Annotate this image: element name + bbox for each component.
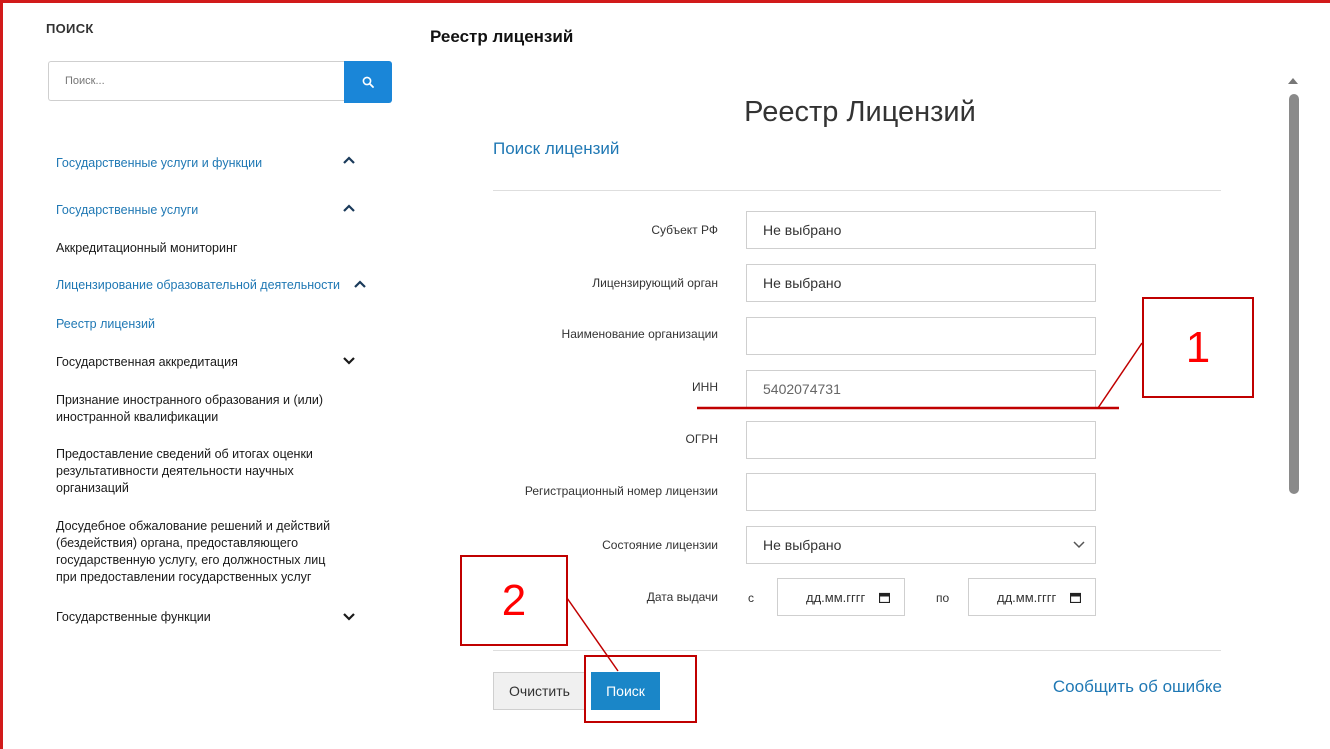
annotation-lines (566, 342, 1143, 672)
annotation-marker-2: 2 (460, 555, 568, 646)
annotation-pointer-1 (1097, 342, 1143, 409)
annotation-highlight-search-button (584, 655, 697, 723)
annotation-marker-1: 1 (1142, 297, 1254, 398)
